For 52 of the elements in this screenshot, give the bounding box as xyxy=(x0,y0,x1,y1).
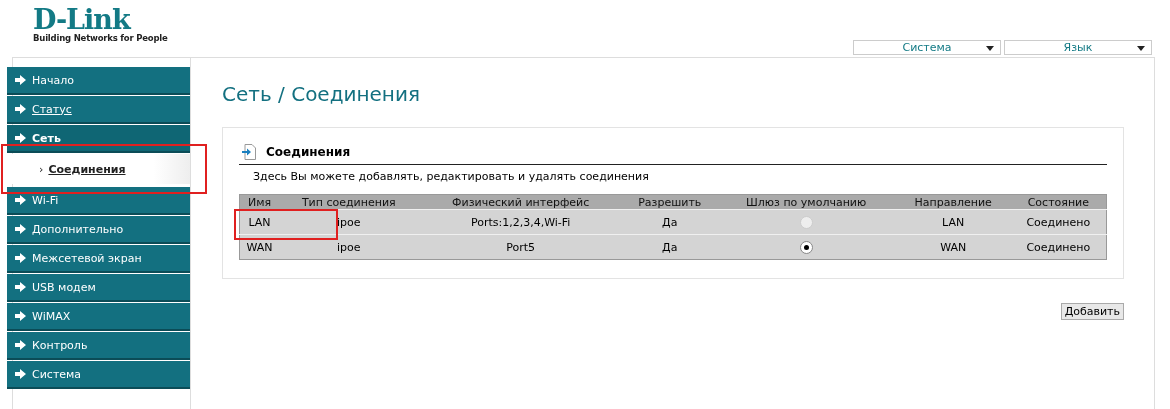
table-cell: Ports:1,2,3,4,Wi-Fi xyxy=(418,209,623,235)
column-header: Разрешить xyxy=(622,194,717,210)
table-cell: ipoe xyxy=(279,209,419,235)
sidebar-item[interactable]: Статус xyxy=(7,96,190,122)
column-header: Шлюз по умолчанию xyxy=(716,194,896,210)
panel-title: Соединения xyxy=(266,145,351,159)
sidebar-item[interactable]: Система xyxy=(7,361,190,387)
sidebar-item[interactable]: Контроль xyxy=(7,332,190,358)
table-cell: Соединено xyxy=(1010,234,1107,260)
document-icon xyxy=(242,144,256,160)
arrow-icon xyxy=(15,133,26,143)
caret-icon xyxy=(1137,46,1145,51)
table-cell: LAN xyxy=(895,209,1011,235)
column-header: Физический интерфейс xyxy=(418,194,623,210)
sidebar-item[interactable]: WiMAX xyxy=(7,303,190,329)
column-header: Состояние xyxy=(1010,194,1107,210)
column-header: Имя xyxy=(239,194,279,210)
arrow-icon xyxy=(15,224,26,234)
dropdown[interactable]: Система xyxy=(853,40,1001,55)
arrow-icon xyxy=(15,311,26,321)
table-cell: WAN xyxy=(239,234,279,260)
table-cell: ipoe xyxy=(279,234,419,260)
bullet-mark: › xyxy=(39,162,44,176)
arrow-icon xyxy=(15,104,26,114)
logo-text: D-Link xyxy=(33,7,131,33)
radio-button[interactable] xyxy=(799,240,813,254)
arrow-icon xyxy=(15,340,26,350)
arrow-icon xyxy=(15,282,26,292)
table-cell: Соединено xyxy=(1010,209,1107,235)
table-cell: Да xyxy=(622,234,717,260)
table-cell: Port5 xyxy=(418,234,623,260)
table-cell: LAN xyxy=(239,209,279,235)
table-cell: WAN xyxy=(895,234,1011,260)
page-title: Сеть / Соединения xyxy=(222,82,421,106)
description: Здесь Вы можете добавлять, редактировать и удалять соединения xyxy=(253,170,650,183)
arrow-icon xyxy=(15,369,26,379)
arrow-icon xyxy=(15,253,26,263)
logo-tagline: Building Networks for People xyxy=(33,33,168,43)
column-header: Направление xyxy=(895,194,1011,210)
sidebar-item[interactable]: Начало xyxy=(7,67,190,93)
caret-icon xyxy=(986,46,994,51)
table-cell: Да xyxy=(622,209,717,235)
arrow-icon xyxy=(15,195,26,205)
column-header: Тип соединения xyxy=(279,194,419,210)
sidebar-item[interactable]: USB модем xyxy=(7,274,190,300)
arrow-icon xyxy=(15,75,26,85)
add-button[interactable]: Добавить xyxy=(1060,303,1124,320)
dropdown[interactable]: Язык xyxy=(1004,40,1152,55)
sidebar-item[interactable]: Сеть xyxy=(7,125,190,151)
sidebar-item[interactable]: Wi-Fi xyxy=(7,187,190,213)
sidebar-item[interactable]: Межсетевой экран xyxy=(7,245,190,271)
sidebar-item[interactable]: Дополнительно xyxy=(7,216,190,242)
